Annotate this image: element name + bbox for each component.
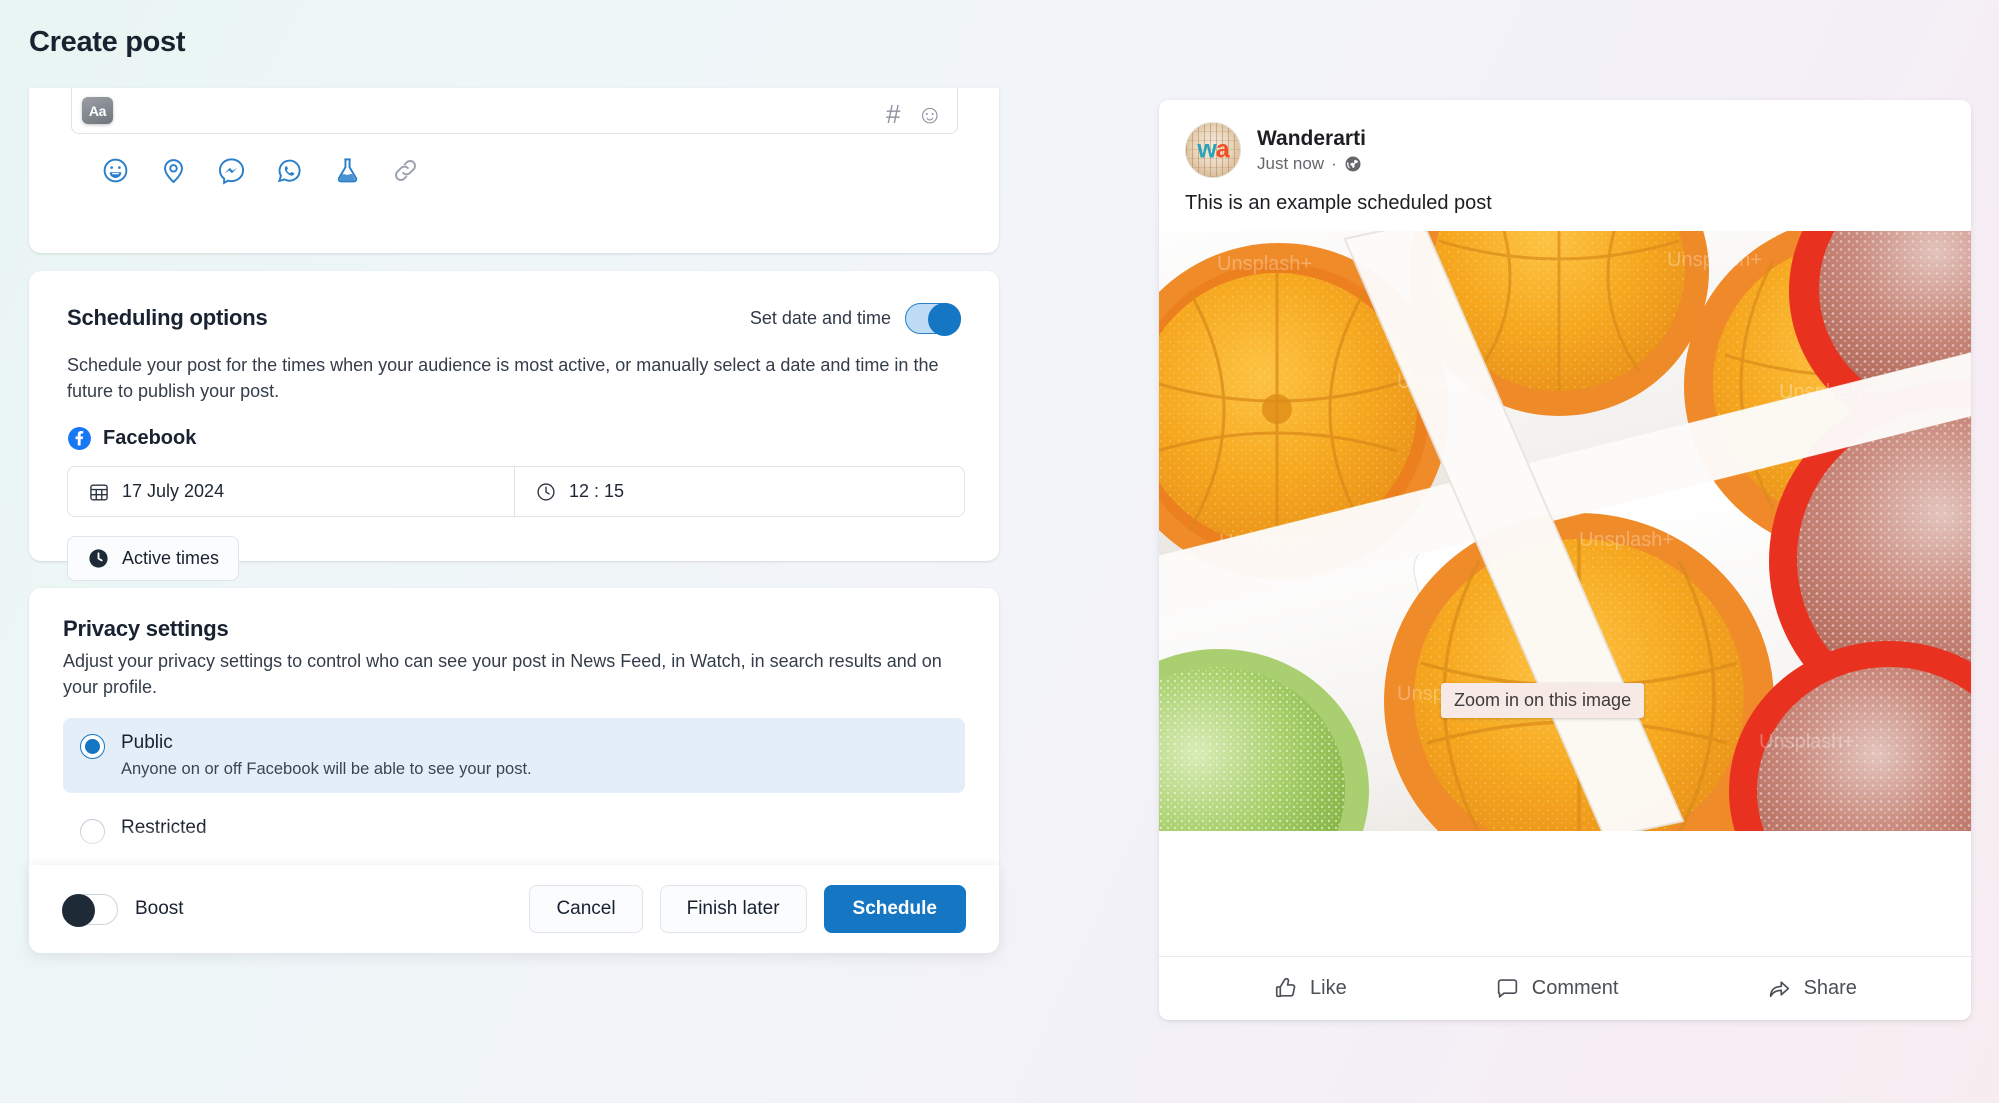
preview-image[interactable]: Unsplash+ Unsplash+ Unsplash+ Unsplash+ … [1159,231,1971,831]
boost-label: Boost [135,898,184,919]
preview-meta: Just now · [1257,154,1366,174]
set-date-and-time-label: Set date and time [749,307,891,328]
facebook-label: Facebook [103,427,197,450]
composer-card: Aa # ☺ [29,88,999,253]
scheduling-options-card: Scheduling options Set date and time Sch… [29,271,999,582]
flask-icon[interactable] [333,156,362,185]
preview-account-name[interactable]: Wanderarti [1257,127,1366,151]
schedule-date-input[interactable]: 17 July 2024 [68,467,515,517]
meta-separator: · [1331,153,1337,173]
image-zoom-tooltip: Zoom in on this image [1441,683,1645,718]
privacy-description: Adjust your privacy settings to control … [63,651,942,698]
share-label: Share [1803,977,1857,999]
avatar-logo-w: w [1197,135,1216,164]
link-icon[interactable] [391,156,420,185]
preview-header: wa Wanderarti Just now · [1159,100,1971,178]
like-label: Like [1310,977,1347,999]
avatar: wa [1185,122,1241,178]
radio-restricted[interactable] [80,819,105,845]
text-style-button[interactable]: Aa [82,97,113,124]
composer-toolbar [101,156,420,185]
post-text-input[interactable]: Aa # ☺ [71,88,958,134]
schedule-time-input[interactable]: 12 : 15 [515,467,964,516]
schedule-time-value: 12 : 15 [569,481,625,502]
preview-identity: Wanderarti Just now · [1257,127,1366,174]
active-times-label: Active times [122,548,220,569]
calendar-icon [88,481,110,503]
toggle-knob [62,893,95,927]
messenger-icon[interactable] [217,156,246,185]
toggle-knob [928,302,961,336]
comment-button[interactable]: Comment [1495,976,1619,1001]
footer-action-bar: Boost Cancel Finish later Schedule [29,865,999,953]
scheduling-header: Scheduling options Set date and time [67,301,961,336]
whatsapp-icon[interactable] [275,156,304,185]
privacy-option-public-label: Public [121,732,173,754]
globe-icon [1344,155,1362,173]
page-title: Create post [29,26,186,58]
set-date-and-time-toggle[interactable] [905,302,961,336]
emoji-icon[interactable]: ☺ [916,101,943,127]
privacy-option-public-sub: Anyone on or off Facebook will be able t… [121,760,532,779]
avatar-logo-text: wa [1186,135,1240,164]
privacy-title: Privacy settings [63,616,229,641]
post-preview-card: wa Wanderarti Just now · This is an exam… [1159,100,1971,1020]
avatar-logo-a: a [1215,135,1230,164]
scheduling-description: Schedule your post for the times when yo… [67,355,939,402]
boost-control: Boost [62,893,184,927]
footer-buttons: Cancel Finish later Schedule [529,885,966,933]
scheduling-title: Scheduling options [67,305,268,330]
create-post-panel: Aa # ☺ Scheduling options Set date and t… [29,88,999,1073]
hashtag-icon[interactable]: # [886,101,900,127]
share-arrow-icon [1767,976,1792,1001]
privacy-option-public[interactable]: Public Anyone on or off Facebook will be… [63,718,965,794]
preview-post-text: This is an example scheduled post [1185,192,1492,214]
mochi-photo [1159,231,1971,831]
finish-later-button[interactable]: Finish later [659,885,807,933]
privacy-option-restricted[interactable]: Restricted [63,803,965,858]
cancel-button[interactable]: Cancel [529,885,643,933]
schedule-button[interactable]: Schedule [823,885,966,933]
active-times-button[interactable]: Active times [67,536,240,582]
like-button[interactable]: Like [1273,976,1347,1001]
clock-filled-icon [87,547,110,570]
privacy-option-restricted-label: Restricted [121,817,207,839]
facebook-icon [67,426,92,451]
privacy-settings-card: Privacy settings Adjust your privacy set… [29,588,999,865]
feeling-activity-icon[interactable] [101,156,130,185]
comment-bubble-icon [1495,976,1520,1001]
set-date-and-time-control: Set date and time [749,302,961,336]
share-button[interactable]: Share [1767,976,1857,1001]
thumbs-up-icon [1273,976,1298,1001]
composer-inline-icons: # ☺ [886,101,943,127]
boost-toggle[interactable] [62,893,118,927]
schedule-datetime-row: 17 July 2024 12 : 15 [67,466,965,518]
preview-action-bar: Like Comment Share [1159,956,1971,1020]
preview-timestamp: Just now [1257,153,1325,173]
comment-label: Comment [1531,977,1619,999]
schedule-date-value: 17 July 2024 [122,481,225,502]
radio-public[interactable] [80,734,105,760]
location-icon[interactable] [159,156,188,185]
facebook-network-row: Facebook [67,426,961,451]
clock-icon [535,481,557,503]
